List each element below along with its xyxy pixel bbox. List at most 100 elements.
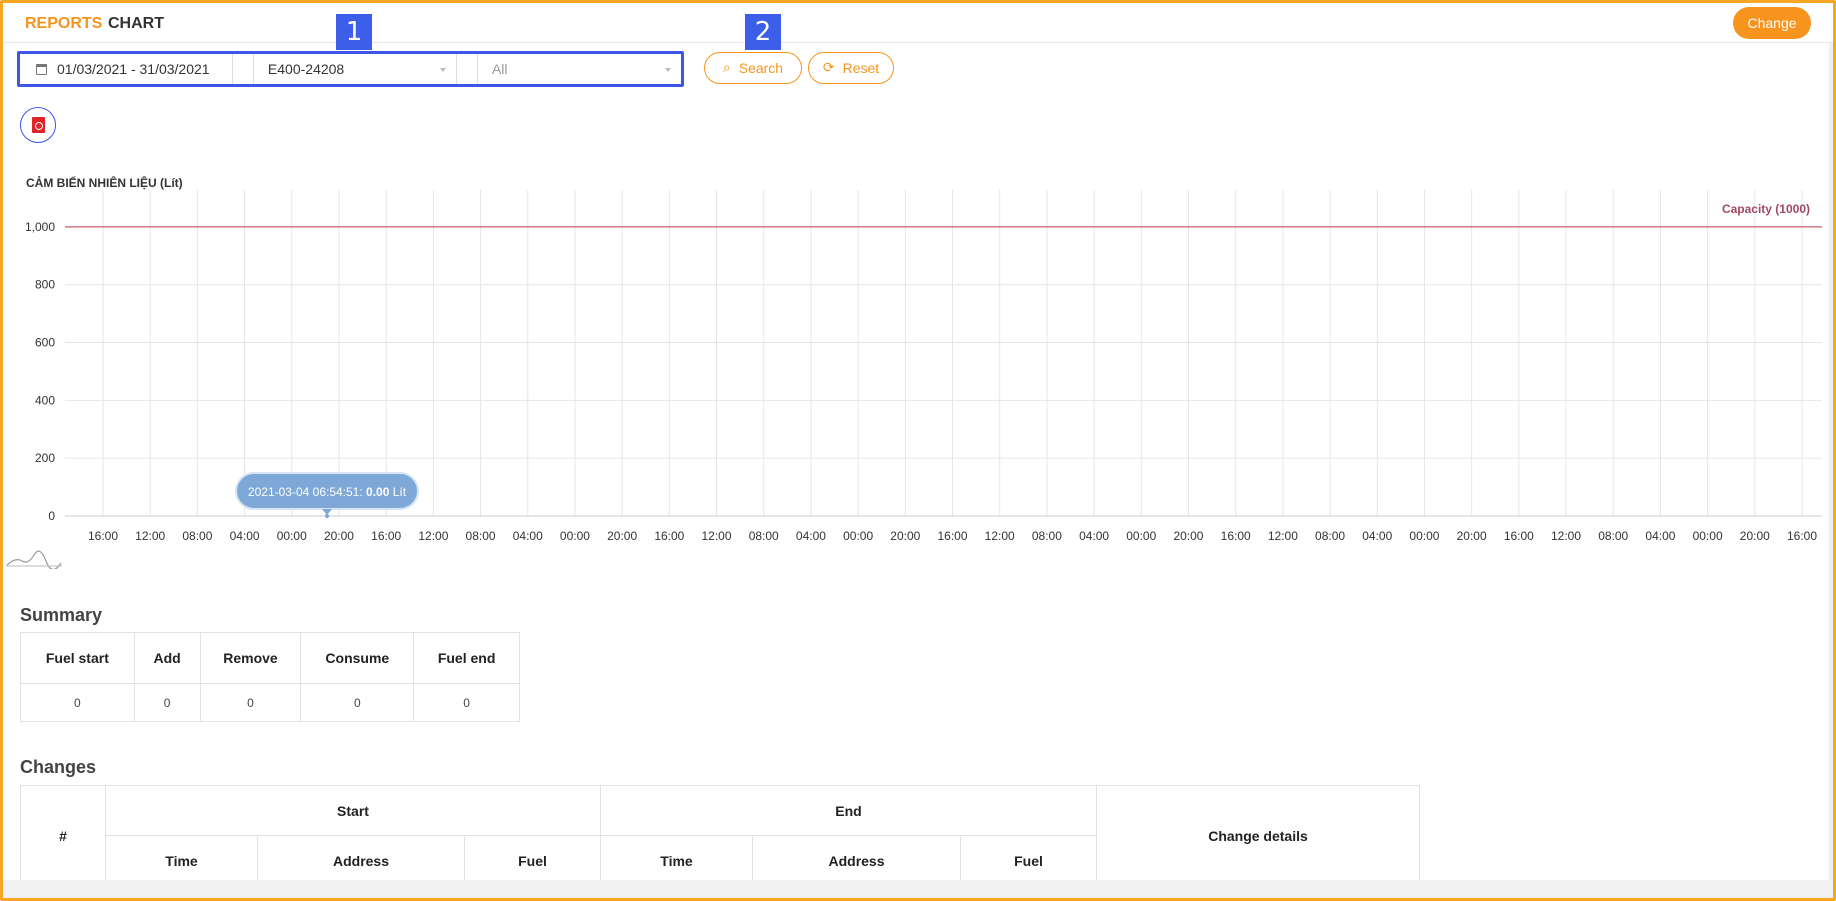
x-tick-label: 16:00	[1221, 529, 1251, 543]
reset-label: Reset	[842, 60, 880, 76]
tooltip-text: 2021-03-04 06:54:51: 0.00 Lít	[248, 485, 407, 499]
summary-header: Fuel end	[413, 632, 520, 684]
vertical-scrollbar[interactable]	[1829, 43, 1833, 880]
x-tick-label: 04:00	[1362, 529, 1392, 543]
changes-header-end: End	[600, 785, 1097, 836]
x-tick-label: 20:00	[1740, 529, 1770, 543]
x-tick-label: 00:00	[1693, 529, 1723, 543]
search-icon: ⌕	[722, 60, 731, 76]
summary-title: Summary	[20, 605, 103, 625]
x-tick-label: 16:00	[371, 529, 401, 543]
summary-cell: 0	[20, 683, 135, 722]
refresh-icon: ⟳	[822, 60, 835, 76]
calendar-icon	[36, 63, 47, 75]
date-range-value: 01/03/2021 - 31/03/2021	[57, 61, 210, 77]
x-tick-label: 08:00	[1598, 529, 1628, 543]
summary-cell: 0	[133, 683, 201, 722]
y-tick-label: 1,000	[25, 220, 55, 234]
x-tick-label: 20:00	[1173, 529, 1203, 543]
x-tick-label: 00:00	[277, 529, 307, 543]
x-tick-label: 00:00	[1409, 529, 1439, 543]
summary-header: Add	[133, 632, 201, 684]
y-tick-label: 600	[35, 336, 55, 350]
search-label: Search	[738, 60, 784, 76]
x-tick-label: 00:00	[843, 529, 873, 543]
x-tick-label: 04:00	[1645, 529, 1675, 543]
filter-bar: 01/03/2021 - 31/03/2021 E400-24208 All	[17, 51, 684, 87]
x-tick-label: 12:00	[1268, 529, 1298, 543]
summary-table: Fuel start Add Remove Consume Fuel end 0…	[20, 632, 520, 722]
capacity-label: Capacity (1000)	[1722, 202, 1810, 216]
sensor-value: All	[491, 61, 508, 77]
x-tick-label: 04:00	[1079, 529, 1109, 543]
x-tick-label: 20:00	[324, 529, 354, 543]
y-tick-label: 400	[35, 393, 55, 407]
changes-subheader: Address	[752, 835, 961, 886]
tooltip-pointer	[322, 509, 332, 515]
x-tick-label: 12:00	[985, 529, 1015, 543]
pdf-icon	[31, 117, 45, 133]
x-tick-label: 20:00	[890, 529, 920, 543]
changes-table: # Start End Change details Time Address …	[20, 785, 1420, 886]
changes-header-start: Start	[105, 785, 601, 836]
table-row: 0 0 0 0 0	[20, 683, 520, 722]
changes-subheader: Address	[257, 835, 465, 886]
x-tick-label: 16:00	[654, 529, 684, 543]
x-tick-label: 08:00	[1032, 529, 1062, 543]
breadcrumb-reports[interactable]: REPORTS	[25, 15, 102, 33]
x-tick-label: 16:00	[937, 529, 967, 543]
annotation-marker-1: 1	[336, 14, 372, 50]
annotation-marker-2: 2	[745, 14, 781, 50]
x-tick-label: 12:00	[135, 529, 165, 543]
vehicle-value: E400-24208	[267, 61, 345, 77]
sensor-select[interactable]: All	[476, 54, 681, 84]
reset-button[interactable]: ⟳ Reset	[808, 52, 894, 84]
y-tick-label: 800	[35, 278, 55, 292]
x-tick-label: 16:00	[1787, 529, 1817, 543]
search-button[interactable]: ⌕ Search	[704, 52, 802, 84]
chart-tooltip: 2021-03-04 06:54:51: 0.00 Lít	[235, 472, 419, 515]
horizontal-scrollbar[interactable]	[3, 880, 1833, 898]
changes-subheader: Time	[105, 835, 258, 886]
changes-header-details: Change details	[1096, 785, 1420, 886]
chart-title: CẢM BIẾN NHIÊN LIỆU (Lít)	[26, 176, 183, 190]
vehicle-select[interactable]: E400-24208	[252, 54, 457, 84]
y-tick-label: 200	[35, 451, 55, 465]
x-tick-label: 04:00	[230, 529, 260, 543]
summary-cell: 0	[199, 683, 302, 722]
x-tick-label: 12:00	[1551, 529, 1581, 543]
x-tick-label: 12:00	[418, 529, 448, 543]
summary-header: Fuel start	[20, 632, 135, 684]
date-range-picker[interactable]: 01/03/2021 - 31/03/2021	[20, 54, 234, 84]
x-tick-label: 00:00	[560, 529, 590, 543]
y-tick-label: 0	[48, 509, 55, 523]
changes-header-number: #	[20, 785, 106, 886]
changes-subheader: Fuel	[960, 835, 1097, 886]
summary-header: Consume	[300, 632, 415, 684]
x-tick-label: 20:00	[607, 529, 637, 543]
range-selector-icon[interactable]	[6, 547, 62, 569]
changes-subheader: Fuel	[464, 835, 601, 886]
x-tick-label: 20:00	[1457, 529, 1487, 543]
summary-header: Remove	[199, 632, 302, 684]
top-bar: REPORTS CHART Change	[3, 3, 1833, 43]
x-tick-label: 08:00	[1315, 529, 1345, 543]
fuel-sensor-chart: 0 200 400 600 800 1,000 16:00 12:00 08:00 04:00 00…	[25, 190, 1822, 543]
summary-cell: 0	[413, 683, 520, 722]
x-tick-label: 04:00	[513, 529, 543, 543]
x-tick-label: 00:00	[1126, 529, 1156, 543]
summary-cell: 0	[300, 683, 415, 722]
x-tick-label: 08:00	[182, 529, 212, 543]
x-tick-label: 04:00	[796, 529, 826, 543]
x-tick-label: 16:00	[88, 529, 118, 543]
export-pdf-button[interactable]	[20, 107, 56, 143]
changes-subheader: Time	[600, 835, 753, 886]
chevron-down-icon	[439, 68, 446, 72]
x-tick-label: 12:00	[702, 529, 732, 543]
x-tick-label: 16:00	[1504, 529, 1534, 543]
breadcrumb-chart: CHART	[108, 15, 164, 32]
change-button[interactable]: Change	[1733, 7, 1811, 39]
x-tick-label: 08:00	[466, 529, 496, 543]
x-tick-label: 08:00	[749, 529, 779, 543]
changes-title: Changes	[20, 757, 97, 777]
